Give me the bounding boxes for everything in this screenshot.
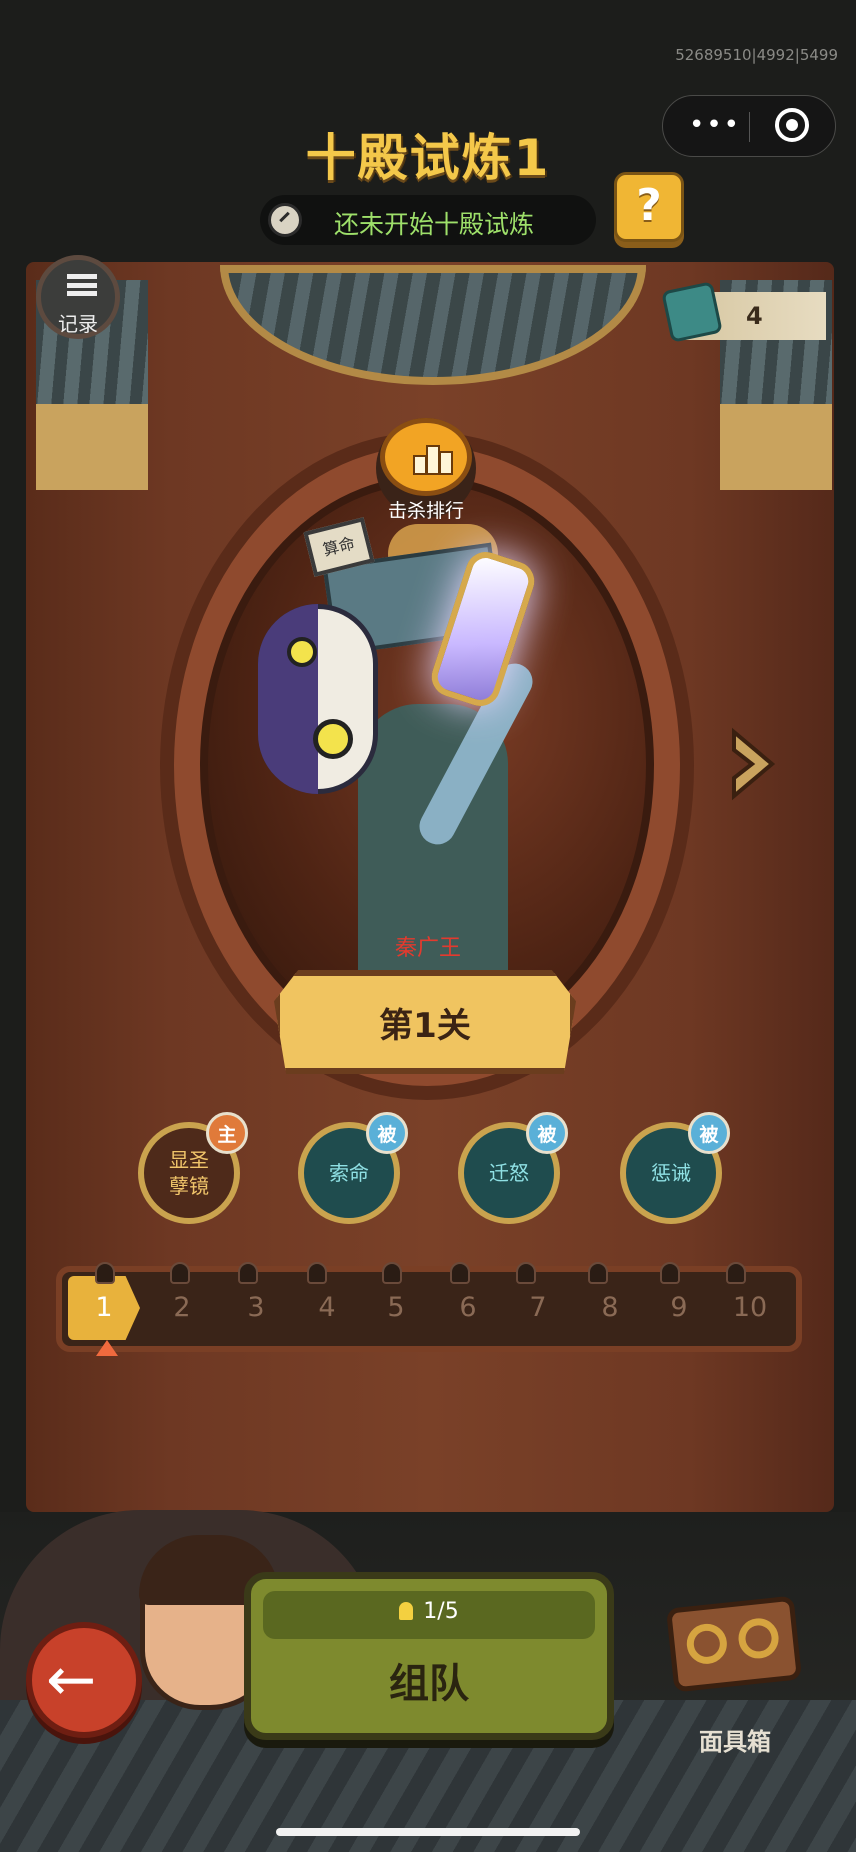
person-icon bbox=[399, 1602, 414, 1620]
kill-ranking-label: 击杀排行 bbox=[387, 500, 464, 522]
boss-portrait[interactable]: 算命 bbox=[200, 476, 654, 1054]
gem-count: 4 bbox=[746, 302, 763, 330]
stage-label: 第1关 bbox=[379, 1006, 471, 1046]
level-tab-1[interactable]: 1 bbox=[68, 1276, 140, 1340]
trial-status-bar: 还未开始十殿试炼 bbox=[260, 195, 596, 245]
next-boss-arrow-icon[interactable] bbox=[728, 726, 778, 802]
gem-counter: 4 bbox=[661, 281, 826, 343]
skill-passive-2[interactable]: 迁怒 被 bbox=[458, 1112, 568, 1224]
skill-type-badge: 主 bbox=[206, 1112, 248, 1154]
debug-id-text: 52689510|4992|5499 bbox=[675, 46, 838, 64]
level-tab-4[interactable]: 4 bbox=[291, 1276, 363, 1340]
help-button[interactable]: ? bbox=[614, 172, 684, 242]
team-count: 1/5 bbox=[251, 1599, 607, 1624]
kill-ranking-button[interactable]: 击杀排行 bbox=[376, 418, 476, 522]
level-tab-3[interactable]: 3 bbox=[220, 1276, 292, 1340]
gem-icon bbox=[661, 281, 723, 343]
lock-icon bbox=[95, 1262, 115, 1284]
current-level-marker-icon bbox=[96, 1340, 118, 1356]
skill-type-badge: 被 bbox=[366, 1112, 408, 1154]
record-button[interactable]: 记录 bbox=[36, 255, 120, 339]
level-tab-2[interactable]: 2 bbox=[146, 1276, 218, 1340]
clock-icon bbox=[268, 203, 302, 237]
back-arrow-icon: ← bbox=[46, 1645, 97, 1715]
stage-banner: 第1关 bbox=[274, 970, 576, 1074]
lock-icon bbox=[660, 1262, 680, 1284]
skill-type-badge: 被 bbox=[526, 1112, 568, 1154]
lock-icon bbox=[516, 1262, 536, 1284]
lock-icon bbox=[307, 1262, 327, 1284]
team-up-label: 组队 bbox=[389, 1661, 469, 1707]
lock-icon bbox=[382, 1262, 402, 1284]
boss-mask bbox=[258, 604, 378, 794]
back-button[interactable]: ← bbox=[26, 1622, 142, 1738]
chest-icon bbox=[665, 1595, 803, 1693]
list-icon bbox=[67, 274, 97, 296]
level-tab-5[interactable]: 5 bbox=[360, 1276, 432, 1340]
lock-icon bbox=[726, 1262, 746, 1284]
mask-eye-large bbox=[313, 719, 353, 759]
home-indicator[interactable] bbox=[276, 1828, 580, 1836]
level-tab-10[interactable]: 10 bbox=[714, 1276, 786, 1340]
skill-passive-3[interactable]: 惩诫 被 bbox=[620, 1112, 730, 1224]
mask-chest-label: 面具箱 bbox=[699, 1728, 771, 1756]
curtain-tassel-left bbox=[36, 404, 148, 490]
mask-eye-small bbox=[287, 637, 317, 667]
level-tab-9[interactable]: 9 bbox=[643, 1276, 715, 1340]
lock-icon bbox=[238, 1262, 258, 1284]
curtain-tassel-right bbox=[720, 404, 832, 490]
record-label: 记录 bbox=[58, 312, 98, 336]
level-tab-7[interactable]: 7 bbox=[502, 1276, 574, 1340]
lock-icon bbox=[170, 1262, 190, 1284]
ranking-badge bbox=[380, 418, 472, 496]
trial-status-text: 还未开始十殿试炼 bbox=[334, 210, 535, 239]
lock-icon bbox=[450, 1262, 470, 1284]
level-tab-6[interactable]: 6 bbox=[432, 1276, 504, 1340]
lock-icon bbox=[588, 1262, 608, 1284]
bar-chart-icon bbox=[413, 445, 453, 475]
team-count-text: 1/5 bbox=[423, 1599, 459, 1624]
page-title: 十殿试炼1 bbox=[305, 129, 551, 187]
skill-type-badge: 被 bbox=[688, 1112, 730, 1154]
level-tab-8[interactable]: 8 bbox=[574, 1276, 646, 1340]
boss-name: 秦广王 bbox=[394, 936, 461, 961]
skill-passive-1[interactable]: 索命 被 bbox=[298, 1112, 408, 1224]
team-up-button[interactable]: 1/5 组队 bbox=[244, 1572, 614, 1740]
skill-main[interactable]: 显圣 孽镜 主 bbox=[138, 1112, 248, 1224]
mask-chest-button[interactable] bbox=[660, 1592, 810, 1702]
